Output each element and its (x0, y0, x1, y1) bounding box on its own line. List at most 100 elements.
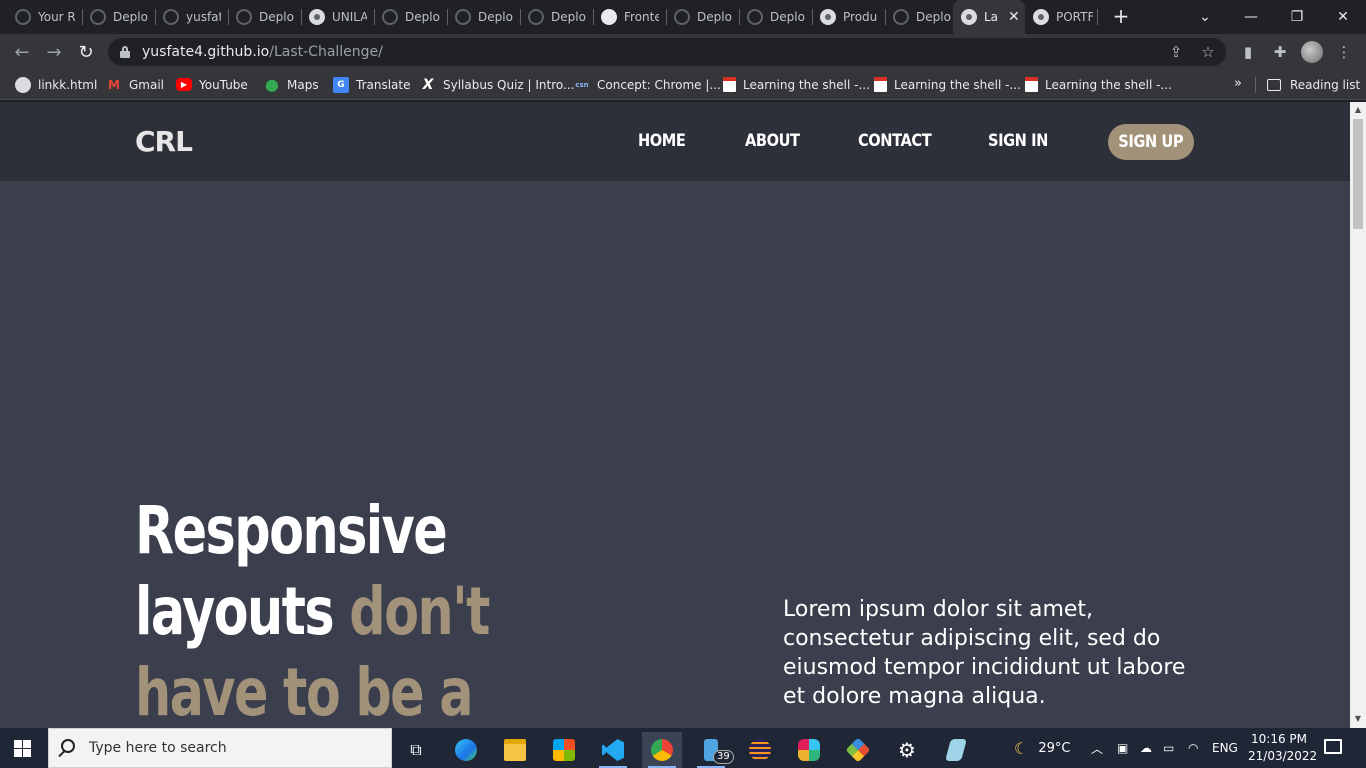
github-icon (163, 9, 179, 25)
wifi-icon[interactable]: ◠ (1188, 728, 1198, 768)
slack-icon[interactable] (789, 732, 829, 768)
chrome-icon[interactable] (642, 732, 682, 768)
phone-link-icon[interactable]: 39 (691, 732, 734, 768)
tab[interactable]: Produ (820, 0, 878, 34)
nav-home-link[interactable]: HOME (638, 131, 686, 151)
tab[interactable]: UNILA (309, 0, 367, 34)
bookmark-star-icon[interactable]: ☆ (1200, 44, 1216, 60)
globe-icon (820, 9, 836, 25)
restore-button[interactable]: ❐ (1274, 0, 1320, 34)
bookmark-item[interactable]: X Syllabus Quiz | Intro... (420, 70, 575, 99)
notification-badge: 39 (713, 750, 734, 764)
github-icon (747, 9, 763, 25)
onedrive-cloud-icon[interactable]: ☁ (1140, 728, 1152, 768)
action-center-icon[interactable] (1324, 739, 1342, 754)
tab[interactable]: Deplo (528, 0, 586, 34)
bookmark-item[interactable]: linkk.html (15, 70, 97, 99)
new-tab-button[interactable]: + (1110, 5, 1132, 27)
search-icon (61, 739, 75, 753)
tab-separator (1097, 9, 1098, 25)
bookmark-item[interactable]: ⬤ Maps (264, 70, 318, 99)
hero-line-3: have to be a (135, 654, 474, 728)
tab[interactable]: Deplo (90, 0, 148, 34)
tab-separator (447, 9, 448, 25)
reading-list-icon (1267, 78, 1281, 91)
task-view-icon[interactable]: ⧉ (396, 732, 436, 768)
document-icon (723, 77, 736, 92)
tab[interactable]: Deplo (674, 0, 732, 34)
git-icon[interactable] (838, 732, 878, 768)
battery-icon[interactable]: ▭ (1163, 728, 1174, 768)
site-logo[interactable]: CRL (135, 125, 193, 158)
reading-list-button[interactable]: Reading list (1267, 70, 1360, 99)
bookmarks-overflow-button[interactable]: » (1234, 76, 1242, 91)
tab-separator (666, 9, 667, 25)
bookmark-item[interactable]: Learning the shell -... (723, 70, 870, 99)
nav-about-link[interactable]: ABOUT (745, 131, 800, 151)
tab[interactable]: yusfat (163, 0, 221, 34)
tab[interactable]: PORTF (1033, 0, 1093, 34)
tab-separator (739, 9, 740, 25)
weather-widget[interactable]: ☾ 29°C (1014, 728, 1070, 768)
extension-icon[interactable]: ▮ (1238, 42, 1258, 62)
menu-dots-icon[interactable]: ⋮ (1334, 42, 1354, 62)
file-explorer-icon[interactable] (495, 732, 535, 768)
moon-icon: ☾ (1014, 738, 1029, 758)
close-tab-icon[interactable]: ✕ (1008, 9, 1020, 25)
minimize-button[interactable]: — (1228, 0, 1274, 34)
tab[interactable]: Deplo (236, 0, 294, 34)
bookmark-item[interactable]: M Gmail (106, 70, 164, 99)
bookmark-item[interactable]: Learning the shell -... (874, 70, 1021, 99)
tab-search-chevron-icon[interactable]: ⌄ (1182, 0, 1228, 34)
tab[interactable]: Your R (15, 0, 75, 34)
nav-signin-link[interactable]: SIGN IN (988, 131, 1048, 151)
x-icon: X (422, 76, 434, 93)
eclipse-icon[interactable] (740, 732, 780, 768)
bookmark-item[interactable]: csn Concept: Chrome |... (574, 70, 721, 99)
notepad-icon[interactable] (936, 732, 976, 768)
windows-start-icon[interactable] (14, 740, 31, 757)
document-icon (1025, 77, 1038, 92)
edge-icon[interactable] (446, 732, 486, 768)
puzzle-icon[interactable]: ✚ (1270, 42, 1290, 62)
bookmark-item[interactable]: Learning the shell -... (1025, 70, 1172, 99)
bookmark-item[interactable]: ▶ YouTube (176, 70, 248, 99)
settings-gear-icon[interactable]: ⚙ (887, 732, 927, 768)
close-window-button[interactable]: ✕ (1320, 0, 1366, 34)
microsoft-store-icon[interactable] (544, 732, 584, 768)
taskbar-search-box[interactable]: Type here to search (48, 728, 392, 768)
forward-arrow-icon[interactable]: → (42, 40, 66, 64)
scroll-up-arrow-icon[interactable]: ▲ (1353, 105, 1363, 115)
meet-now-icon[interactable]: ▣ (1117, 728, 1128, 768)
signup-button[interactable]: SIGN UP (1108, 124, 1194, 160)
system-clock[interactable]: 10:16 PM 21/03/2022 (1248, 731, 1317, 765)
github-icon (455, 9, 471, 25)
vscode-icon[interactable] (593, 732, 633, 768)
nav-contact-link[interactable]: CONTACT (858, 131, 932, 151)
tab-separator (593, 9, 594, 25)
scroll-down-arrow-icon[interactable]: ▼ (1353, 714, 1363, 724)
profile-avatar[interactable] (1301, 41, 1323, 63)
reload-icon[interactable]: ↻ (74, 40, 98, 64)
tray-expand-chevron-icon[interactable]: ︿ (1091, 728, 1103, 768)
share-icon[interactable]: ⇪ (1168, 44, 1184, 60)
tab-separator (520, 9, 521, 25)
globe-icon (309, 9, 325, 25)
tab[interactable]: Deplo (747, 0, 805, 34)
page-scrollbar[interactable]: ▲ ▼ (1350, 102, 1366, 728)
language-indicator[interactable]: ENG (1212, 728, 1238, 768)
tab[interactable]: Deplo (382, 0, 440, 34)
scrollbar-thumb[interactable] (1353, 119, 1363, 229)
github-icon (528, 9, 544, 25)
bookmark-item[interactable]: G Translate (333, 70, 411, 99)
frontend-icon (601, 9, 617, 25)
tab-active[interactable]: La ✕ (953, 0, 1025, 34)
address-bar[interactable]: yusfate4.github.io/Last-Challenge/ ⇪ ☆ (108, 38, 1226, 66)
hero-paragraph: Lorem ipsum dolor sit amet, consectetur … (783, 597, 1186, 709)
tab[interactable]: Fronte (601, 0, 659, 34)
tab[interactable]: Deplo (455, 0, 513, 34)
tab[interactable]: Deplo (893, 0, 951, 34)
back-arrow-icon[interactable]: ← (10, 40, 34, 64)
bookmarks-bar: linkk.html M Gmail ▶ YouTube ⬤ Maps G Transl… (0, 70, 1366, 100)
hero-heading: Responsive layouts don't have to be a (135, 490, 566, 728)
